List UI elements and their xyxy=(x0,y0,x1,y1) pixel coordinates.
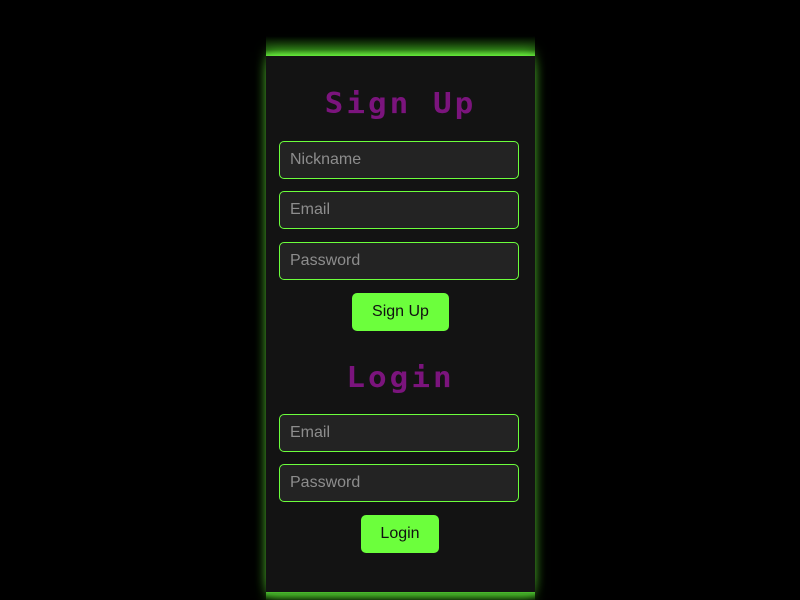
panel-bottom-glow xyxy=(266,592,535,600)
nickname-input[interactable] xyxy=(279,141,519,179)
signup-email-input[interactable] xyxy=(279,191,519,229)
login-title: Login xyxy=(346,361,455,395)
login-password-input[interactable] xyxy=(279,464,519,502)
signup-button[interactable]: Sign Up xyxy=(352,293,449,331)
signup-password-input[interactable] xyxy=(279,242,519,280)
panel-top-glow xyxy=(266,36,535,56)
signup-title: Sign Up xyxy=(324,87,477,121)
login-email-input[interactable] xyxy=(279,414,519,452)
auth-panel: Sign Up Sign Up Login Login xyxy=(266,56,535,594)
login-button[interactable]: Login xyxy=(361,515,439,553)
